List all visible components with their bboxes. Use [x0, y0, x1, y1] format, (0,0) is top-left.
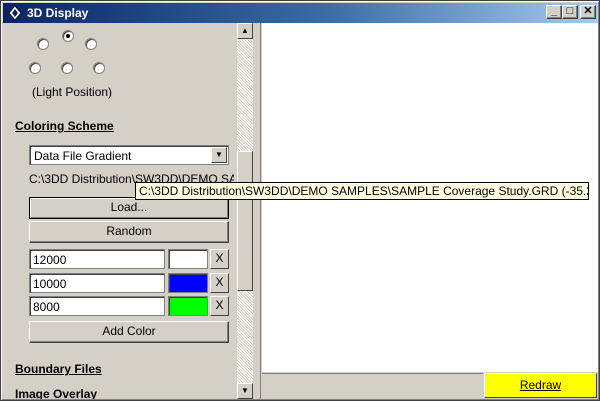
title-bar[interactable]: 3D Display _ □ ✕	[3, 3, 597, 23]
random-button[interactable]: Random	[29, 221, 229, 243]
load-button[interactable]: Load...	[29, 197, 229, 219]
scroll-up-icon[interactable]: ▲	[237, 23, 253, 39]
remove-color-3-button[interactable]: X	[210, 296, 229, 316]
add-color-button[interactable]: Add Color	[29, 321, 229, 343]
panel-splitter[interactable]	[253, 23, 261, 399]
boundary-files-heading[interactable]: Boundary Files	[15, 362, 102, 376]
app-icon	[8, 5, 22, 21]
remove-color-2-button[interactable]: X	[210, 273, 229, 293]
redraw-button[interactable]: Redraw	[484, 373, 597, 398]
light-radio-top-left[interactable]	[37, 38, 49, 50]
light-radio-top-right[interactable]	[85, 38, 97, 50]
status-bar	[262, 373, 483, 399]
color-stop-value-2[interactable]: 10000	[29, 273, 165, 293]
coloring-scheme-dropdown[interactable]: Data File Gradient ▼	[29, 145, 229, 165]
close-button[interactable]: ✕	[580, 5, 596, 19]
redraw-button-label: Redraw	[519, 378, 562, 392]
light-radio-bottom-center[interactable]	[61, 62, 73, 74]
dropdown-value: Data File Gradient	[34, 149, 132, 163]
file-path-tooltip: C:\3DD Distribution\SW3DD\DEMO SAMPLES\S…	[135, 182, 589, 200]
light-radio-top-center[interactable]	[62, 30, 74, 42]
panel-scrollbar[interactable]: ▲ ▼	[237, 23, 253, 399]
add-color-button-label: Add Color	[102, 324, 156, 338]
color-swatch-3[interactable]	[168, 296, 208, 316]
remove-color-1-button[interactable]: X	[210, 249, 229, 269]
minimize-button[interactable]: _	[546, 5, 562, 19]
color-swatch-1[interactable]	[168, 249, 208, 269]
light-radio-bottom-right[interactable]	[93, 62, 105, 74]
color-stop-value-3[interactable]: 8000	[29, 296, 165, 316]
color-stop-value-1[interactable]: 12000	[29, 249, 165, 269]
window-title: 3D Display	[27, 6, 89, 20]
settings-panel: (Light Position) Coloring Scheme Data Fi…	[3, 23, 237, 399]
scroll-down-icon[interactable]: ▼	[237, 383, 253, 399]
random-button-label: Random	[106, 224, 152, 238]
image-overlay-heading[interactable]: Image Overlay	[15, 387, 97, 399]
maximize-button[interactable]: □	[562, 5, 578, 19]
load-button-label: Load...	[110, 200, 148, 214]
chevron-down-icon[interactable]: ▼	[211, 147, 227, 163]
coloring-scheme-heading[interactable]: Coloring Scheme	[15, 119, 114, 133]
window-3d-display: 3D Display _ □ ✕ (Light Position) Colori…	[0, 0, 600, 401]
light-radio-bottom-left[interactable]	[29, 62, 41, 74]
color-swatch-2[interactable]	[168, 273, 208, 293]
light-position-label: (Light Position)	[32, 85, 113, 99]
scrollbar-thumb[interactable]	[237, 151, 253, 291]
